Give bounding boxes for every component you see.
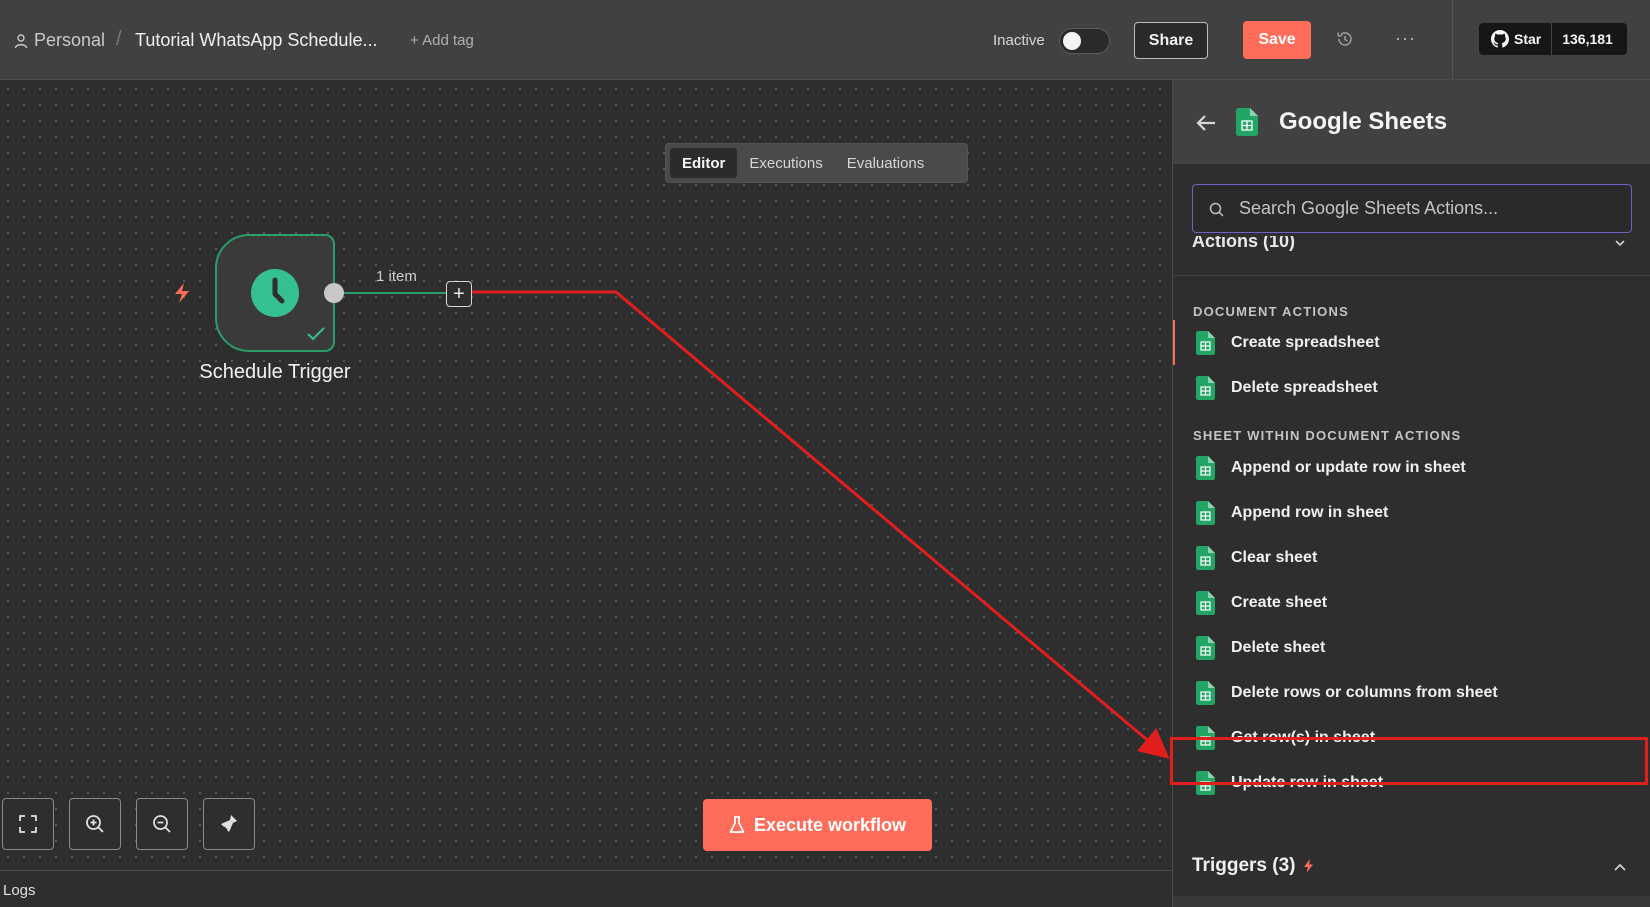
action-item[interactable]: Update row in sheet bbox=[1173, 760, 1650, 805]
tab-evaluations[interactable]: Evaluations bbox=[835, 148, 937, 178]
share-button[interactable]: Share bbox=[1134, 22, 1208, 59]
google-sheets-icon bbox=[1196, 330, 1215, 355]
connection-line bbox=[344, 292, 446, 294]
action-item-label: Append row in sheet bbox=[1231, 503, 1389, 521]
breadcrumb-personal-label: Personal bbox=[34, 30, 106, 50]
app-window: Personal / Tutorial WhatsApp Schedule...… bbox=[0, 0, 1650, 907]
github-star-button[interactable]: Star 136,181 bbox=[1479, 23, 1627, 55]
chevron-up-icon[interactable] bbox=[1613, 863, 1627, 872]
github-star-label: Star bbox=[1514, 31, 1542, 47]
tab-editor[interactable]: Editor bbox=[670, 148, 738, 178]
broom-icon bbox=[221, 815, 237, 832]
more-options-icon[interactable]: ··· bbox=[1395, 28, 1416, 49]
tab-executions[interactable]: Executions bbox=[737, 148, 834, 178]
workflow-canvas[interactable]: Editor Executions Evaluations Schedule T… bbox=[0, 81, 1172, 870]
trigger-bolt-icon bbox=[1304, 859, 1314, 873]
node-label: Schedule Trigger bbox=[199, 361, 351, 383]
action-item[interactable]: Append or update row in sheet bbox=[1173, 445, 1650, 490]
workflow-title[interactable]: Tutorial WhatsApp Schedule... bbox=[135, 30, 377, 51]
google-sheets-icon bbox=[1196, 770, 1215, 795]
active-toggle[interactable] bbox=[1059, 28, 1110, 54]
action-item-label: Append or update row in sheet bbox=[1231, 458, 1466, 476]
workflow-status-label: Inactive bbox=[993, 32, 1045, 49]
add-node-plus-button[interactable]: + bbox=[446, 281, 472, 307]
save-button[interactable]: Save bbox=[1243, 21, 1311, 59]
logs-bar[interactable]: Logs bbox=[0, 870, 1172, 907]
google-sheets-icon bbox=[1196, 635, 1215, 660]
execute-workflow-label: Execute workflow bbox=[753, 814, 907, 835]
action-item-label: Delete sheet bbox=[1231, 638, 1326, 656]
action-item[interactable]: Create sheet bbox=[1173, 580, 1650, 625]
flask-icon bbox=[729, 816, 745, 833]
execute-workflow-button[interactable]: Execute workflow bbox=[703, 799, 932, 851]
action-item[interactable]: Delete sheet bbox=[1173, 625, 1650, 670]
action-item-label: Update row in sheet bbox=[1231, 773, 1384, 791]
google-sheets-icon bbox=[1196, 455, 1215, 480]
breadcrumb-separator: / bbox=[116, 28, 122, 50]
action-item-label: Create spreadsheet bbox=[1231, 333, 1380, 351]
action-item-label: Create sheet bbox=[1231, 593, 1328, 611]
github-icon bbox=[1491, 30, 1509, 48]
action-item[interactable]: Get row(s) in sheet bbox=[1173, 715, 1650, 760]
search-input[interactable] bbox=[1239, 185, 1619, 231]
fit-view-icon bbox=[19, 815, 37, 833]
triggers-header-label: Triggers (3) bbox=[1192, 855, 1296, 876]
action-item[interactable]: Delete rows or columns from sheet bbox=[1173, 670, 1650, 715]
google-sheets-icon bbox=[1196, 375, 1215, 400]
panel-header: Google Sheets bbox=[1173, 80, 1650, 164]
google-sheets-icon bbox=[1196, 500, 1215, 525]
action-item[interactable]: Append row in sheet bbox=[1173, 490, 1650, 535]
actions-header-label: Actions (10) bbox=[1192, 236, 1296, 251]
schedule-trigger-node[interactable] bbox=[215, 234, 335, 352]
google-sheets-icon bbox=[1196, 545, 1215, 570]
action-item-label: Clear sheet bbox=[1231, 548, 1318, 566]
section-sheet-actions: SHEET WITHIN DOCUMENT ACTIONS bbox=[1193, 428, 1462, 443]
action-item[interactable]: Clear sheet bbox=[1173, 535, 1650, 580]
divider bbox=[1173, 275, 1650, 276]
fit-view-button[interactable] bbox=[2, 798, 54, 850]
github-star-part: Star bbox=[1479, 23, 1553, 55]
clock-icon bbox=[251, 269, 299, 317]
action-item[interactable]: Delete spreadsheet bbox=[1173, 365, 1650, 410]
triggers-header[interactable]: Triggers (3) bbox=[1192, 855, 1314, 877]
actions-header[interactable]: Actions (10) bbox=[1192, 236, 1632, 254]
history-icon[interactable] bbox=[1335, 29, 1355, 49]
action-item-label: Get row(s) in sheet bbox=[1231, 728, 1376, 746]
trigger-bolt-icon bbox=[175, 283, 189, 303]
google-sheets-icon bbox=[1196, 725, 1215, 750]
panel-bottom-strip bbox=[1173, 896, 1650, 907]
search-box bbox=[1192, 184, 1632, 233]
user-icon bbox=[14, 33, 28, 48]
google-sheets-icon bbox=[1236, 108, 1258, 136]
toggle-knob bbox=[1063, 32, 1081, 50]
connection-item-count: 1 item bbox=[376, 268, 417, 285]
breadcrumb-personal[interactable]: Personal bbox=[14, 30, 105, 51]
node-creator-panel: Google Sheets Actions (10) DOCUMENT ACTI… bbox=[1172, 80, 1650, 907]
panel-title: Google Sheets bbox=[1279, 108, 1448, 135]
logs-label: Logs bbox=[3, 882, 36, 899]
tidy-up-button[interactable] bbox=[203, 798, 255, 850]
zoom-out-icon bbox=[153, 815, 171, 833]
top-header: Personal / Tutorial WhatsApp Schedule...… bbox=[0, 0, 1452, 80]
google-sheets-icon bbox=[1196, 590, 1215, 615]
chevron-down-icon[interactable] bbox=[1614, 239, 1626, 247]
google-sheets-icon bbox=[1196, 680, 1215, 705]
action-item[interactable]: Create spreadsheet bbox=[1173, 320, 1650, 365]
action-item-label: Delete spreadsheet bbox=[1231, 378, 1378, 396]
view-tabs: Editor Executions Evaluations bbox=[665, 143, 968, 183]
zoom-in-button[interactable] bbox=[69, 798, 121, 850]
search-icon bbox=[1209, 202, 1224, 217]
github-star-count: 136,181 bbox=[1562, 31, 1613, 47]
add-tag-button[interactable]: + Add tag bbox=[410, 32, 474, 49]
section-document-actions: DOCUMENT ACTIONS bbox=[1193, 304, 1349, 319]
action-item-label: Delete rows or columns from sheet bbox=[1231, 683, 1498, 701]
zoom-out-button[interactable] bbox=[136, 798, 188, 850]
back-arrow-icon[interactable] bbox=[1195, 114, 1217, 132]
node-output-handle[interactable] bbox=[324, 283, 344, 303]
success-check-icon bbox=[307, 327, 325, 341]
zoom-in-icon bbox=[86, 815, 104, 833]
github-area: Star 136,181 bbox=[1452, 0, 1650, 80]
